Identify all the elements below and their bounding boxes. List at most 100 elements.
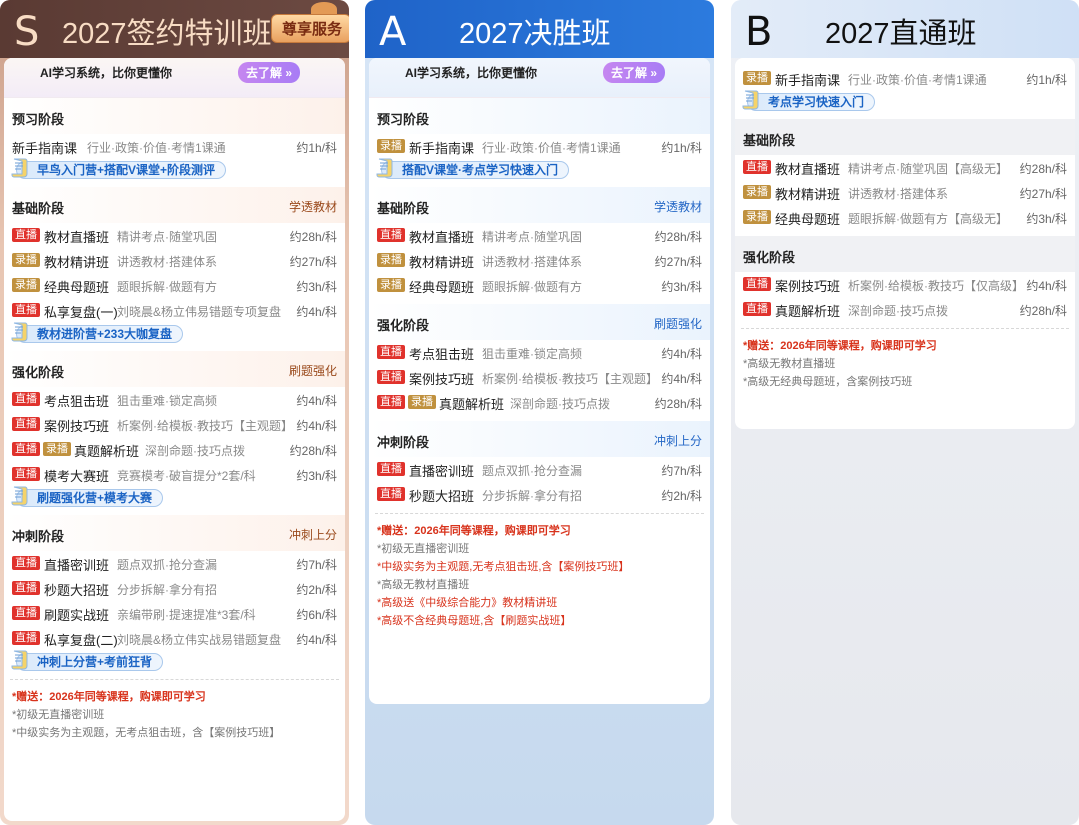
course-desc: 深剖命题·技巧点拨	[145, 444, 245, 458]
course-hours: 约27h/科	[1019, 187, 1067, 201]
course-row[interactable]: 直播 真题解析班 深剖命题·技巧点拨 约28h/科	[735, 297, 1075, 322]
course-desc: 行业·政策·价值·考情1课通	[87, 141, 226, 155]
course-hours: 约4h/科	[296, 633, 337, 647]
course-hours: 约4h/科	[296, 305, 337, 319]
course-row[interactable]: 直播 刷题实战班 亲编带刷·提速提准*3套/科 约6h/科	[4, 601, 345, 626]
course-row[interactable]: 直播 案例技巧班 析案例·给模板·教技巧【仅高级】 约4h/科	[735, 272, 1075, 297]
course-row[interactable]: 直播 教材直播班 精讲考点·随堂巩固 约28h/科	[4, 223, 345, 248]
course-desc: 行业·政策·价值·考情1课通	[482, 141, 621, 155]
stage-tag: 刷题强化	[653, 317, 702, 331]
promo-ribbon[interactable]: 教材进阶营+233大咖复盘	[16, 325, 184, 343]
course-row[interactable]: 录播 教材精讲班 讲透教材·搭建体系 约27h/科	[369, 248, 710, 273]
course-row[interactable]: 录播 经典母题班 题眼拆解·做题有方 约3h/科	[4, 273, 345, 298]
course-hours: 约1h/科	[1026, 73, 1067, 87]
course-hours: 约2h/科	[296, 583, 337, 597]
course-desc: 精讲考点·随堂巩固	[482, 230, 582, 244]
stage-name: 强化阶段	[377, 318, 430, 333]
course-name: 教材直播班	[44, 230, 110, 245]
course-row[interactable]: 直播 考点狙击班 狙击重难·锁定高频 约4h/科	[4, 387, 345, 412]
course-row[interactable]: 直播 私享复盘(二) 刘晓晨&杨立伟实战易错题复盘 约4h/科	[4, 626, 345, 651]
promo-row[interactable]: 冲刺上分营+考前狂背	[4, 649, 345, 673]
course-hours: 约27h/科	[654, 255, 702, 269]
course-desc: 分步拆解·拿分有招	[482, 489, 582, 503]
course-row[interactable]: 直播 直播密训班 题点双抓·抢分查漏 约7h/科	[4, 551, 345, 576]
course-hours: 约1h/科	[661, 141, 702, 155]
promo-ribbon[interactable]: 冲刺上分营+考前狂背	[16, 653, 164, 671]
promo-ribbon[interactable]: 搭配V课堂·考点学习快速入门	[381, 161, 570, 179]
course-row[interactable]: 录播 新手指南课 行业·政策·价值·考情1课通 约1h/科	[735, 66, 1075, 91]
promo-ribbon[interactable]: 考点学习快速入门	[747, 93, 876, 111]
course-row[interactable]: 录播 新手指南课 行业·政策·价值·考情1课通 约1h/科	[369, 134, 710, 159]
learn-more-button[interactable]: 去了解 »	[603, 62, 666, 83]
course-desc: 刘晓晨&杨立伟易错题专项复盘	[117, 305, 282, 319]
course-row[interactable]: 直播 案例技巧班 析案例·给模板·教技巧【主观题】 约4h/科	[369, 365, 710, 390]
promo-row[interactable]: 搭配V课堂·考点学习快速入门	[369, 158, 710, 181]
course-row[interactable]: 录播 经典母题班 题眼拆解·做题有方 约3h/科	[369, 273, 710, 298]
stage-name: 基础阶段	[743, 133, 796, 148]
course-desc: 分步拆解·拿分有招	[117, 583, 217, 597]
stage-name: 强化阶段	[12, 365, 65, 380]
course-row[interactable]: 直播 考点狙击班 狙击重难·锁定高频 约4h/科	[369, 340, 710, 365]
promo-row[interactable]: 教材进阶营+233大咖复盘	[4, 322, 345, 345]
course-row[interactable]: 录播 教材精讲班 讲透教材·搭建体系 约27h/科	[4, 248, 345, 273]
recorded-tag: 录播	[743, 185, 771, 199]
course-name: 经典母题班	[409, 280, 475, 295]
stage-header: 冲刺阶段 冲刺上分	[4, 515, 345, 551]
recorded-tag: 录播	[43, 442, 71, 456]
course-desc: 析案例·给模板·教技巧【主观题】	[482, 372, 658, 386]
course-row[interactable]: 直播 案例技巧班 析案例·给模板·教技巧【主观题】 约4h/科	[4, 412, 345, 437]
course-row[interactable]: 直播 直播密训班 题点双抓·抢分查漏 约7h/科	[369, 457, 710, 482]
course-tags: 录播	[377, 278, 405, 292]
promo-ribbon[interactable]: 早鸟入门营+搭配V课堂+阶段测评	[16, 161, 227, 179]
ai-banner: AI学习系统，比你更懂你 去了解 »	[369, 58, 710, 98]
course-tags: 直播	[12, 417, 40, 431]
course-row[interactable]: 直播 秒题大招班 分步拆解·拿分有招 约2h/科	[369, 482, 710, 507]
course-desc: 精讲考点·随堂巩固【高级无】	[848, 162, 1008, 176]
course-hours: 约4h/科	[661, 372, 702, 386]
live-tag: 直播	[12, 392, 40, 406]
promo-ribbon[interactable]: 刷题强化营+模考大赛	[16, 489, 164, 507]
course-name: 经典母题班	[775, 212, 841, 227]
promo-row[interactable]: 考点学习快速入门	[735, 90, 1075, 113]
notes: *赠送：2026年同等课程，购课即可学习 *初级无直播密训班 *中级实务为主观题，无…	[4, 680, 345, 742]
stage-name: 基础阶段	[12, 201, 65, 216]
course-row[interactable]: 直播 录播 真题解析班 深剖命题·技巧点拨 约28h/科	[369, 390, 710, 415]
course-row[interactable]: 新手指南课 行业·政策·价值·考情1课通 约1h/科	[4, 134, 345, 159]
course-tags: 录播	[743, 185, 771, 199]
learn-more-button[interactable]: 去了解 »	[238, 62, 301, 83]
course-row[interactable]: 直播 录播 真题解析班 深剖命题·技巧点拨 约28h/科	[4, 437, 345, 462]
course-row[interactable]: 录播 经典母题班 题眼拆解·做题有方【高级无】 约3h/科	[735, 205, 1075, 230]
plan-card: AI学习系统，比你更懂你 去了解 » 预习阶段 录播 新手指南课 行业·政策·价值·考…	[369, 58, 710, 704]
plan-header: B 2027直通班	[731, 0, 1079, 58]
live-tag: 直播	[377, 345, 405, 359]
ai-banner: AI学习系统，比你更懂你 去了解 »	[4, 58, 345, 98]
live-tag: 直播	[12, 303, 40, 317]
plan-header: S 2027签约特训班 尊享服务	[0, 0, 349, 58]
course-row[interactable]: 录播 教材精讲班 讲透教材·搭建体系 约27h/科	[735, 180, 1075, 205]
course-desc: 题点双抓·抢分查漏	[117, 558, 217, 572]
promo-row[interactable]: 刷题强化营+模考大赛	[4, 486, 345, 509]
course-tags: 直播	[377, 487, 405, 501]
stage-tag: 冲刺上分	[653, 434, 702, 448]
stage-name: 强化阶段	[743, 250, 796, 265]
recorded-tag: 录播	[377, 253, 405, 267]
course-hours: 约28h/科	[654, 230, 702, 244]
course-row[interactable]: 直播 秒题大招班 分步拆解·拿分有招 约2h/科	[4, 576, 345, 601]
course-name: 直播密训班	[409, 464, 475, 479]
course-row[interactable]: 直播 教材直播班 精讲考点·随堂巩固【高级无】 约28h/科	[735, 155, 1075, 180]
course-desc: 狙击重难·锁定高频	[117, 394, 217, 408]
premium-badge: 尊享服务	[270, 14, 349, 43]
stage-tag: 学透教材	[653, 200, 702, 214]
course-row[interactable]: 直播 私享复盘(一) 刘晓晨&杨立伟易错题专项复盘 约4h/科	[4, 298, 345, 323]
course-hours: 约6h/科	[296, 608, 337, 622]
promo-row[interactable]: 早鸟入门营+搭配V课堂+阶段测评	[4, 158, 345, 181]
note-line: *中级实务为主观题,无考点狙击班,含【案例技巧班】	[377, 561, 630, 573]
recorded-tag: 录播	[377, 278, 405, 292]
note-line: *初级无直播密训班	[12, 709, 105, 721]
course-row[interactable]: 直播 模考大赛班 竞赛模考·破盲提分*2套/科 约3h/科	[4, 462, 345, 487]
course-desc: 题眼拆解·做题有方【高级无】	[848, 212, 1008, 226]
course-name: 教材精讲班	[409, 255, 475, 270]
course-row[interactable]: 直播 教材直播班 精讲考点·随堂巩固 约28h/科	[369, 223, 710, 248]
scroll-icon	[11, 649, 29, 671]
stage-tag: 冲刺上分	[288, 528, 337, 542]
